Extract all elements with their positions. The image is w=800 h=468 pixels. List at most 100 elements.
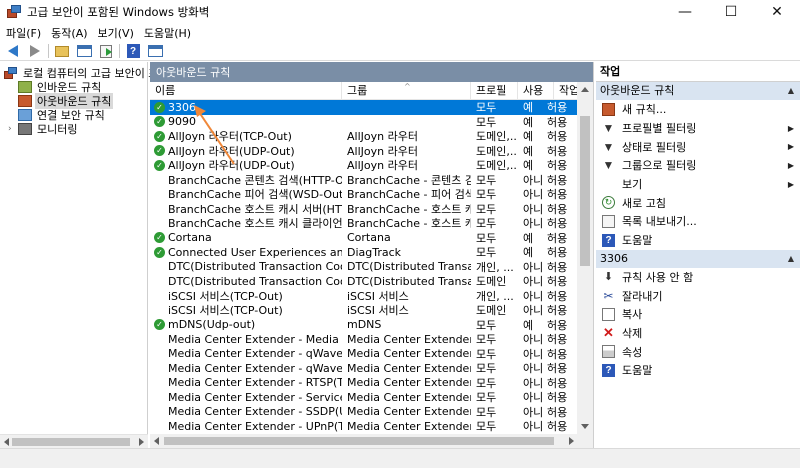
list-horizontal-scrollbar[interactable]: [150, 434, 578, 448]
show-hide-tree-button[interactable]: [75, 43, 93, 59]
tree-item-connection-security[interactable]: 연결 보안 규칙: [18, 108, 107, 122]
table-row[interactable]: Media Center Extender - RTSP(TCP-Out) Med…: [150, 376, 578, 391]
back-button[interactable]: [4, 43, 22, 59]
table-row[interactable]: BranchCache 콘텐츠 검색(HTTP-Out) BranchCache …: [150, 173, 578, 188]
delete-icon: ✕: [603, 324, 614, 340]
column-header-name[interactable]: 이름: [150, 82, 342, 100]
enabled-check-icon: ✓: [154, 116, 165, 128]
table-row[interactable]: ✓ AllJoyn 라우터(UDP-Out) AllJoyn 라우터 도메인,... 예…: [150, 144, 578, 159]
enabled-check-icon: ✓: [154, 130, 165, 142]
tree-horizontal-scrollbar[interactable]: [0, 434, 148, 448]
firewall-icon: [4, 67, 18, 79]
action-item[interactable]: 새 규칙...: [596, 100, 800, 119]
disabled-rule-icon: [154, 174, 165, 185]
table-row[interactable]: BranchCache 호스트 캐시 서버(HTTP-O...BranchCac…: [150, 202, 578, 217]
table-row[interactable]: ✓ AllJoyn 라우터(TCP-Out) AllJoyn 라우터 도메인,... 예…: [150, 129, 578, 144]
rule-group-cell: Media Center Extender: [347, 419, 471, 433]
minimize-button[interactable]: —: [662, 0, 708, 24]
rule-group-cell: Media Center Extender: [347, 332, 471, 346]
console-tree: 로컬 컴퓨터의 고급 보안이 포함 인바운드 규칙 아웃바운드 규칙 연결 보안…: [0, 62, 169, 448]
action-item[interactable]: ↻ 새로 고침: [596, 193, 800, 212]
column-header-profile[interactable]: 프로필: [471, 82, 518, 100]
tree-item-inbound[interactable]: 인바운드 규칙: [18, 80, 103, 94]
rule-name-cell: Media Center Extender - Media 스트리...: [150, 331, 342, 347]
rule-name: iSCSI 서비스(TCP-Out): [168, 304, 283, 318]
show-hide-action-pane-button[interactable]: [146, 43, 164, 59]
menu-file[interactable]: 파일(F): [0, 25, 45, 41]
action-item[interactable]: ✕ 삭제: [596, 324, 800, 343]
collapse-caret-icon[interactable]: ▲: [788, 82, 794, 100]
tree-item-monitoring[interactable]: › 모니터링: [8, 122, 79, 136]
action-item[interactable]: ? 도움말: [596, 361, 800, 380]
tree-item-outbound[interactable]: 아웃바운드 규칙: [18, 93, 114, 109]
status-bar: [0, 448, 800, 468]
table-row[interactable]: ✓ mDNS(Udp-out) mDNS 모두 예 허용: [150, 318, 578, 333]
column-header-enabled[interactable]: 사용: [518, 82, 554, 100]
rule-group-cell: Cortana: [347, 231, 391, 245]
table-row[interactable]: BranchCache 피어 검색(WSD-Out) BranchCache - …: [150, 187, 578, 202]
table-row[interactable]: Media Center Extender - Service(TCP-O...…: [150, 390, 578, 405]
table-row[interactable]: Media Center Extender - SSDP(UDP-Out) Med…: [150, 405, 578, 420]
table-row[interactable]: DTC(Distributed Transaction Coordinato..…: [150, 274, 578, 289]
action-item[interactable]: ? 도움말: [596, 231, 800, 250]
action-section-selected-rule[interactable]: 3306 ▲: [596, 249, 800, 268]
table-row[interactable]: ✓Connected User Experiences and Teleme..…: [150, 245, 578, 260]
action-section-outbound[interactable]: 아웃바운드 규칙 ▲: [596, 82, 800, 100]
table-row[interactable]: Media Center Extender - qWave(TCP-Out) Me…: [150, 347, 578, 362]
action-item[interactable]: ▼ 상태로 필터링 ▶: [596, 137, 800, 156]
up-folder-button[interactable]: [53, 43, 71, 59]
table-row[interactable]: ✓ AllJoyn 라우터(UDP-Out) AllJoyn 라우터 도메인,... 예…: [150, 158, 578, 173]
scroll-right-icon[interactable]: [569, 437, 574, 445]
menu-view[interactable]: 보기(V): [92, 25, 138, 41]
tree-root[interactable]: 로컬 컴퓨터의 고급 보안이 포함: [4, 66, 171, 80]
disabled-rule-icon: [154, 348, 165, 359]
action-item-label: 규칙 사용 안 함: [622, 270, 694, 284]
action-item[interactable]: ⬇ 규칙 사용 안 함: [596, 268, 800, 287]
action-item[interactable]: 목록 내보내기...: [596, 212, 800, 231]
table-row[interactable]: BranchCache 호스트 캐시 클라이언트(H... BranchCache…: [150, 216, 578, 231]
table-row[interactable]: Media Center Extender - Media 스트리... Medi…: [150, 332, 578, 347]
action-item[interactable]: 속성: [596, 342, 800, 361]
table-row[interactable]: Media Center Extender - UPnP(TCP-Out) Med…: [150, 419, 578, 434]
menu-help[interactable]: 도움말(H): [138, 25, 195, 41]
table-row[interactable]: iSCSI 서비스(TCP-Out)iSCSI 서비스개인, ...아니요허용: [150, 289, 578, 304]
table-row[interactable]: ✓ 3306 모두 예 허용: [150, 100, 578, 115]
maximize-button[interactable]: ☐: [708, 0, 754, 24]
help-button[interactable]: ?: [124, 43, 142, 59]
scroll-thumb[interactable]: [580, 116, 590, 266]
table-row[interactable]: DTC(Distributed Transaction Coordinato..…: [150, 260, 578, 275]
scroll-up-icon[interactable]: [581, 87, 589, 92]
table-row[interactable]: ✓ 9090 모두 예 허용: [150, 115, 578, 130]
close-button[interactable]: ✕: [754, 0, 800, 24]
action-item[interactable]: ▼ 그룹으로 필터링 ▶: [596, 156, 800, 175]
table-row[interactable]: ✓ Cortana Cortana 모두 예 허용: [150, 231, 578, 246]
action-item[interactable]: 복사: [596, 305, 800, 324]
disabled-rule-icon: [154, 421, 165, 432]
list-vertical-scrollbar[interactable]: [577, 82, 593, 434]
scroll-right-icon[interactable]: [139, 438, 144, 446]
scroll-left-icon[interactable]: [154, 437, 159, 445]
action-item[interactable]: ✂ 잘라내기: [596, 286, 800, 305]
rule-name: Media Center Extender - UPnP(TCP-Out): [168, 419, 342, 433]
action-item[interactable]: ▼ 프로필별 필터링 ▶: [596, 119, 800, 138]
scroll-thumb[interactable]: [164, 437, 554, 445]
scroll-thumb[interactable]: [12, 438, 130, 446]
table-row[interactable]: iSCSI 서비스(TCP-Out)iSCSI 서비스도메인아니요허용: [150, 303, 578, 318]
enabled-check-icon: ✓: [154, 232, 165, 244]
copy-icon: [602, 307, 615, 321]
export-list-button[interactable]: [97, 43, 115, 59]
outbound-rules-icon: [18, 95, 32, 107]
column-header-action[interactable]: 작업: [554, 82, 578, 100]
rule-name-cell: DTC(Distributed Transaction Coordinato..…: [150, 275, 342, 288]
expand-chevron-icon[interactable]: ›: [8, 124, 16, 134]
collapse-caret-icon[interactable]: ▲: [788, 250, 794, 268]
forward-button[interactable]: [26, 43, 44, 59]
scroll-left-icon[interactable]: [4, 438, 9, 446]
rule-name-cell: BranchCache 호스트 캐시 클라이언트(H...: [150, 215, 342, 231]
menu-action[interactable]: 동작(A): [45, 25, 91, 41]
help-icon: ?: [602, 363, 615, 377]
rule-group-cell: DiagTrack: [347, 245, 402, 259]
table-row[interactable]: Media Center Extender - qWave(UDP-O... Me…: [150, 361, 578, 376]
scroll-down-icon[interactable]: [581, 424, 589, 429]
action-item[interactable]: 보기 ▶: [596, 175, 800, 194]
